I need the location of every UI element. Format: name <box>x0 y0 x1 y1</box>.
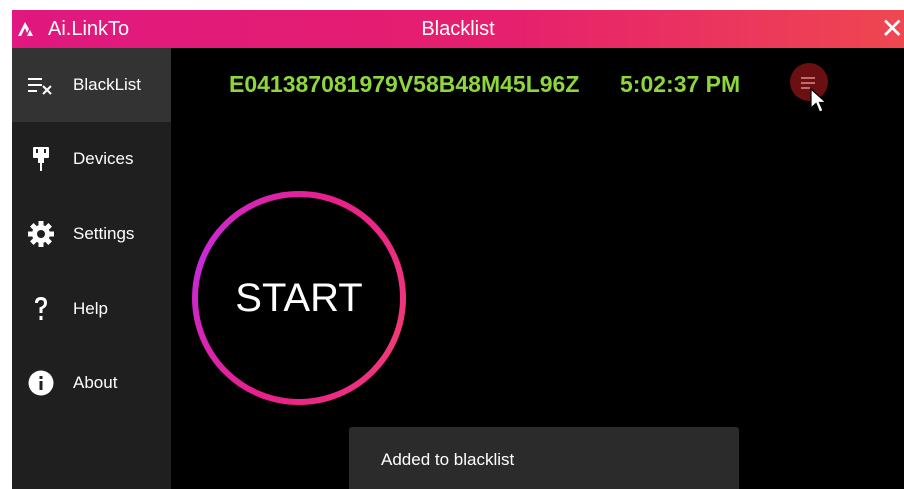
sidebar: BlackList Devices Settings Help About <box>12 48 171 489</box>
close-button[interactable]: ✕ <box>878 12 904 46</box>
question-mark-icon <box>35 297 47 320</box>
blacklist-icon <box>801 77 815 89</box>
clock-time: 5:02:37 PM <box>620 71 741 97</box>
start-label: START <box>198 197 400 399</box>
sidebar-item-blacklist[interactable]: BlackList <box>12 48 171 122</box>
sidebar-item-label: Settings <box>73 224 135 243</box>
sidebar-item-label: Help <box>73 299 108 318</box>
gear-icon <box>28 221 54 247</box>
sidebar-item-settings[interactable]: Settings <box>12 197 171 271</box>
sidebar-item-label: BlackList <box>73 75 142 94</box>
sidebar-item-help[interactable]: Help <box>12 272 171 346</box>
sidebar-item-about[interactable]: About <box>12 346 171 420</box>
blacklist-icon <box>28 78 52 95</box>
app-window: Ai.LinkTo Blacklist ✕ BlackList Devices <box>12 10 904 489</box>
usb-plug-icon <box>33 147 49 171</box>
title-bar: Ai.LinkTo Blacklist ✕ <box>12 10 904 48</box>
sidebar-item-label: About <box>73 373 118 392</box>
toast-notification: Added to blacklist <box>349 427 739 489</box>
toast-message: Added to blacklist <box>381 450 515 469</box>
window-title: Blacklist <box>421 18 495 40</box>
sidebar-item-devices[interactable]: Devices <box>12 122 171 196</box>
info-icon <box>28 370 54 396</box>
device-code: E041387081979V58B48M45L96Z <box>229 71 580 97</box>
blacklist-toggle-button[interactable] <box>790 63 828 101</box>
start-button[interactable]: START <box>192 191 406 405</box>
sidebar-item-label: Devices <box>73 149 134 168</box>
